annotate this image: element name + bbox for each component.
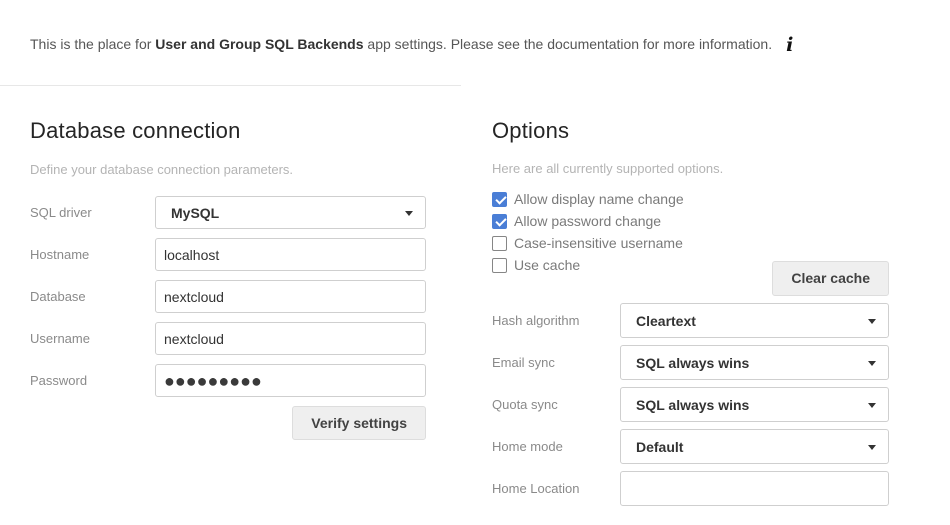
options-subtitle: Here are all currently supported options… — [492, 160, 889, 178]
quota-sync-row: Quota sync SQL always wins — [492, 387, 889, 422]
checkbox-label: Case-insensitive username — [514, 235, 683, 251]
home-mode-row: Home mode Default — [492, 429, 889, 464]
checkbox-label: Allow password change — [514, 213, 661, 229]
chevron-down-icon — [868, 319, 876, 324]
database-label: Database — [30, 289, 155, 304]
chevron-down-icon — [868, 445, 876, 450]
database-row: Database — [30, 280, 426, 313]
checkbox-icon[interactable] — [492, 214, 507, 229]
database-form: SQL driver MySQL Hostname Database Usern… — [30, 196, 426, 440]
hash-algorithm-label: Hash algorithm — [492, 313, 620, 328]
email-sync-select[interactable]: SQL always wins — [620, 345, 889, 380]
hash-algorithm-select[interactable]: Cleartext — [620, 303, 889, 338]
verify-settings-button[interactable]: Verify settings — [292, 406, 426, 440]
checkbox-icon[interactable] — [492, 236, 507, 251]
hash-algorithm-row: Hash algorithm Cleartext — [492, 303, 889, 338]
quota-sync-label: Quota sync — [492, 397, 620, 412]
app-description: This is the place for User and Group SQL… — [30, 35, 850, 55]
options-title: Options — [492, 118, 889, 144]
hostname-label: Hostname — [30, 247, 155, 262]
sql-driver-label: SQL driver — [30, 205, 155, 220]
database-connection-section: Database connection Define your database… — [30, 118, 426, 449]
app-description-text-before: This is the place for — [30, 36, 155, 52]
quota-sync-value: SQL always wins — [636, 397, 749, 413]
database-input[interactable] — [155, 280, 426, 313]
sql-driver-select[interactable]: MySQL — [155, 196, 426, 229]
clear-cache-button[interactable]: Clear cache — [772, 261, 889, 296]
database-connection-subtitle: Define your database connection paramete… — [30, 161, 426, 179]
password-row: Password — [30, 364, 426, 397]
verify-settings-row: Verify settings — [30, 406, 426, 440]
app-name: User and Group SQL Backends — [155, 36, 363, 52]
chevron-down-icon — [868, 361, 876, 366]
email-sync-value: SQL always wins — [636, 355, 749, 371]
password-input[interactable] — [155, 364, 426, 397]
checkbox-allow-password-change[interactable]: Allow password change — [492, 210, 889, 232]
email-sync-row: Email sync SQL always wins — [492, 345, 889, 380]
home-location-input[interactable] — [620, 471, 889, 506]
checkbox-icon[interactable] — [492, 258, 507, 273]
hostname-input[interactable] — [155, 238, 426, 271]
chevron-down-icon — [868, 403, 876, 408]
options-form: Hash algorithm Cleartext Email sync SQL … — [492, 303, 889, 506]
checkbox-icon[interactable] — [492, 192, 507, 207]
home-mode-select[interactable]: Default — [620, 429, 889, 464]
checkbox-label: Allow display name change — [514, 191, 684, 207]
sql-driver-value: MySQL — [171, 205, 219, 221]
home-location-row: Home Location — [492, 471, 889, 506]
hostname-row: Hostname — [30, 238, 426, 271]
home-mode-value: Default — [636, 439, 683, 455]
email-sync-label: Email sync — [492, 355, 620, 370]
checkbox-allow-display-name-change[interactable]: Allow display name change — [492, 188, 889, 210]
header-divider — [0, 85, 461, 86]
quota-sync-select[interactable]: SQL always wins — [620, 387, 889, 422]
info-icon[interactable]: i — [786, 36, 793, 55]
home-location-label: Home Location — [492, 481, 620, 496]
checkbox-label: Use cache — [514, 257, 580, 273]
checkbox-case-insensitive-username[interactable]: Case-insensitive username — [492, 232, 889, 254]
password-label: Password — [30, 373, 155, 388]
hash-algorithm-value: Cleartext — [636, 313, 696, 329]
username-input[interactable] — [155, 322, 426, 355]
database-connection-title: Database connection — [30, 118, 426, 144]
home-mode-label: Home mode — [492, 439, 620, 454]
app-description-text-after: app settings. Please see the documentati… — [364, 36, 773, 52]
chevron-down-icon — [405, 211, 413, 216]
options-section: Options Here are all currently supported… — [492, 118, 889, 513]
username-row: Username — [30, 322, 426, 355]
username-label: Username — [30, 331, 155, 346]
sql-driver-row: SQL driver MySQL — [30, 196, 426, 229]
